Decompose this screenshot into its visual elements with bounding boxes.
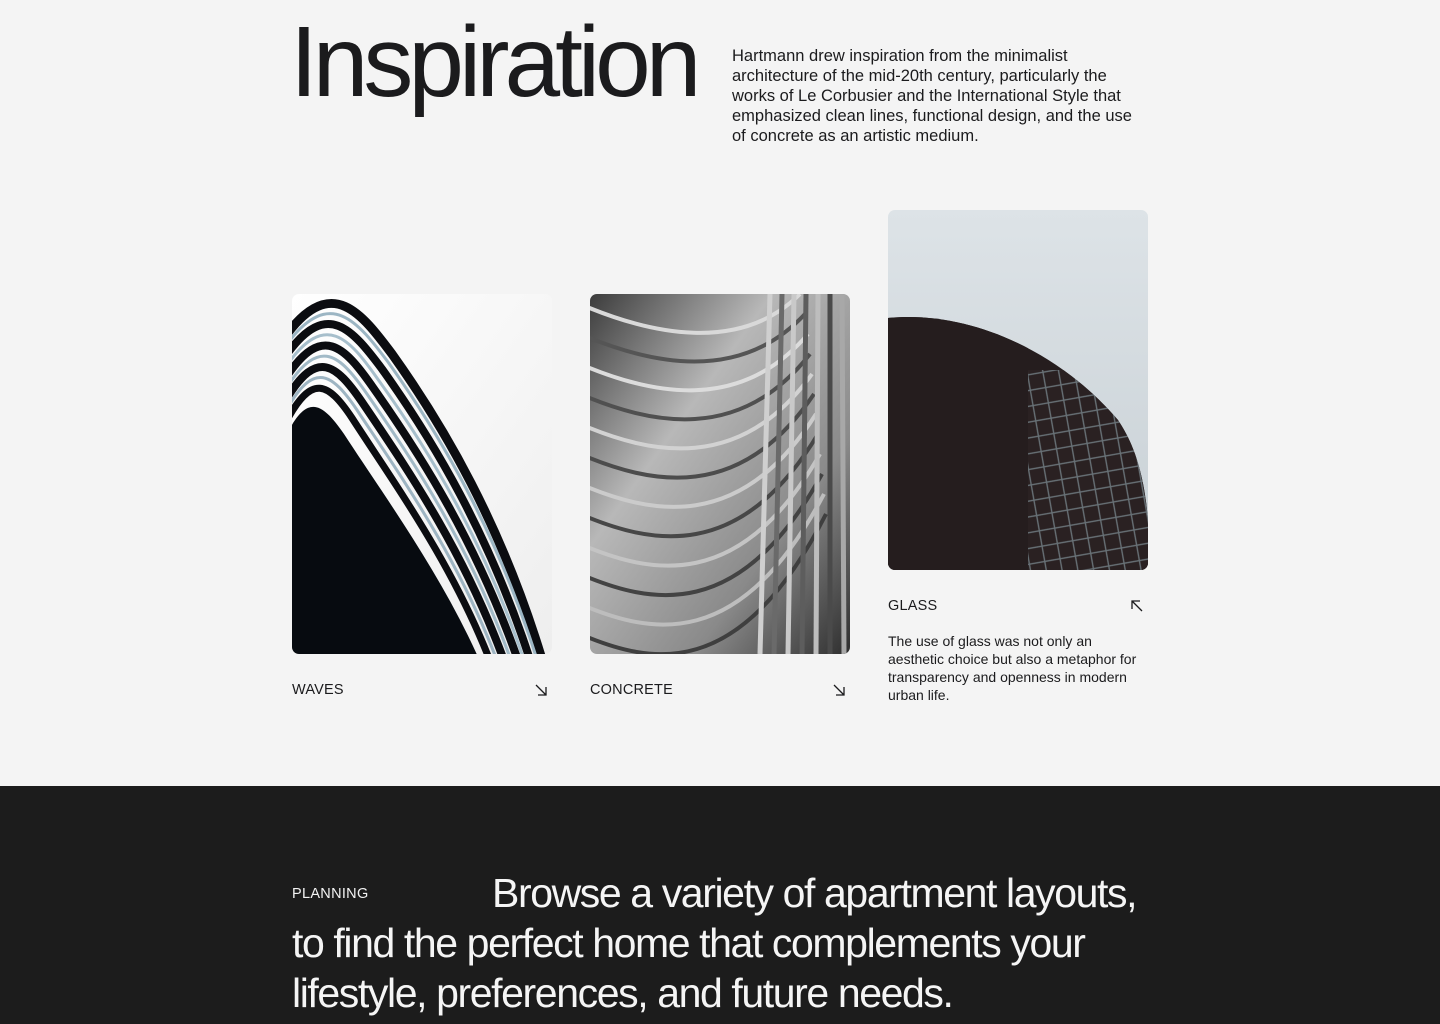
page: Inspiration Hartmann drew inspiration fr… — [0, 0, 1440, 1024]
card-waves[interactable]: WAVES — [292, 294, 552, 700]
card-description: The use of glass was not only an aesthet… — [888, 633, 1137, 703]
wavy-building-image[interactable] — [292, 294, 552, 654]
card-concrete[interactable]: CONCRETE — [590, 294, 850, 700]
planning-section: PLANNING Browse a variety of apartment l… — [0, 786, 1440, 1024]
card-label: CONCRETE — [590, 682, 673, 698]
arrow-up-left-icon[interactable] — [1130, 599, 1144, 613]
card-label: GLASS — [888, 598, 938, 614]
section-description: Hartmann drew inspiration from the minim… — [732, 47, 1132, 145]
lattice-dome-image[interactable] — [888, 210, 1148, 570]
concrete-ribs-image[interactable] — [590, 294, 850, 654]
arrow-down-right-icon[interactable] — [832, 683, 846, 697]
arrow-down-right-icon[interactable] — [534, 683, 548, 697]
section-title: Inspiration — [290, 6, 701, 118]
card-label: WAVES — [292, 682, 344, 698]
planning-text: Browse a variety of apartment layouts, t… — [292, 870, 1138, 1016]
card-glass[interactable]: GLASS The use of glass was not only an a… — [888, 210, 1148, 704]
